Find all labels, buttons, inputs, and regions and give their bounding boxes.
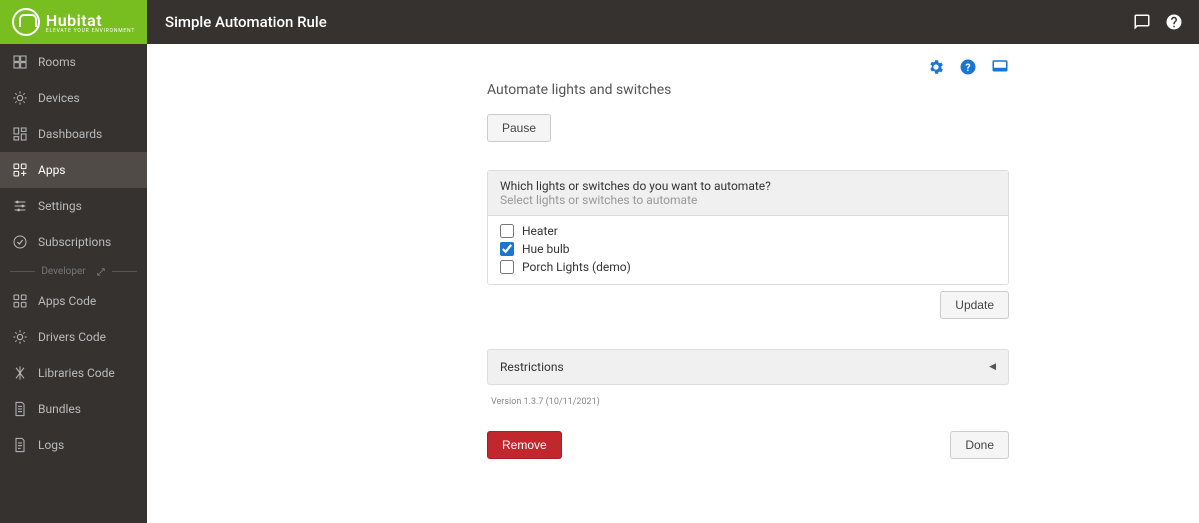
device-label: Hue bulb <box>522 242 570 256</box>
sidebar-item-settings[interactable]: Settings <box>0 188 147 224</box>
drivers-code-icon <box>12 329 28 345</box>
panel-header[interactable]: Which lights or switches do you want to … <box>488 171 1008 216</box>
sidebar-item-apps-code[interactable]: Apps Code <box>0 283 147 319</box>
device-label: Heater <box>522 224 558 238</box>
device-checkbox[interactable] <box>500 242 514 256</box>
sidebar-item-label: Devices <box>38 91 80 105</box>
device-checkbox[interactable] <box>500 260 514 274</box>
dashboards-icon <box>12 126 28 142</box>
sidebar-item-label: Settings <box>38 199 82 213</box>
device-select-panel: Which lights or switches do you want to … <box>487 170 1009 285</box>
app-header: Hubitat ELEVATE YOUR ENVIRONMENT Simple … <box>0 0 1199 44</box>
apps-code-icon <box>12 293 28 309</box>
main-content: ? Automate lights and switches Pause Whi… <box>147 44 1199 523</box>
sidebar-item-bundles[interactable]: Bundles <box>0 391 147 427</box>
sidebar-item-label: Bundles <box>38 402 81 416</box>
sidebar: Rooms Devices Dashboards Apps Settings S… <box>0 44 147 523</box>
settings-icon <box>12 198 28 214</box>
sidebar-item-devices[interactable]: Devices <box>0 80 147 116</box>
brand-logo[interactable]: Hubitat ELEVATE YOUR ENVIRONMENT <box>0 0 147 44</box>
device-option[interactable]: Hue bulb <box>500 240 996 258</box>
developer-divider: Developer <box>0 260 147 283</box>
sidebar-item-dashboards[interactable]: Dashboards <box>0 116 147 152</box>
page-title: Simple Automation Rule <box>147 13 1133 31</box>
done-button[interactable]: Done <box>950 431 1009 459</box>
panel-body: Heater Hue bulb Porch Lights (demo) <box>488 216 1008 284</box>
gear-icon[interactable] <box>927 58 945 76</box>
sidebar-item-label: Logs <box>38 438 64 452</box>
footer-actions: Remove Done <box>487 431 1009 459</box>
sidebar-item-label: Libraries Code <box>38 366 115 380</box>
device-label: Porch Lights (demo) <box>522 260 631 274</box>
sidebar-item-subscriptions[interactable]: Subscriptions <box>0 224 147 260</box>
restrictions-section[interactable]: Restrictions ◀ <box>487 349 1009 385</box>
pause-button[interactable]: Pause <box>487 114 551 142</box>
update-button[interactable]: Update <box>940 291 1009 319</box>
sidebar-item-logs[interactable]: Logs <box>0 427 147 463</box>
help-icon[interactable] <box>1165 13 1183 31</box>
sidebar-item-drivers-code[interactable]: Drivers Code <box>0 319 147 355</box>
libraries-code-icon <box>12 365 28 381</box>
sidebar-item-label: Dashboards <box>38 127 102 141</box>
sidebar-item-rooms[interactable]: Rooms <box>0 44 147 80</box>
panel-question: Which lights or switches do you want to … <box>500 179 996 193</box>
brand-logo-mark-icon <box>12 8 40 36</box>
help-icon[interactable]: ? <box>959 58 977 76</box>
sidebar-item-label: Apps <box>38 163 66 177</box>
apps-icon <box>12 162 28 178</box>
brand-tag: ELEVATE YOUR ENVIRONMENT <box>46 28 135 34</box>
device-option[interactable]: Porch Lights (demo) <box>500 258 996 276</box>
device-option[interactable]: Heater <box>500 222 996 240</box>
sidebar-item-label: Rooms <box>38 55 76 69</box>
sidebar-item-label: Subscriptions <box>38 235 111 249</box>
collapse-arrow-icon: ◀ <box>989 362 996 372</box>
display-icon[interactable] <box>991 58 1009 76</box>
sidebar-item-libraries-code[interactable]: Libraries Code <box>0 355 147 391</box>
restrictions-label: Restrictions <box>500 360 564 374</box>
sidebar-item-label: Drivers Code <box>38 330 106 344</box>
logs-icon <box>12 437 28 453</box>
remove-button[interactable]: Remove <box>487 431 562 459</box>
devices-icon <box>12 90 28 106</box>
bundles-icon <box>12 401 28 417</box>
version-text: Version 1.3.7 (10/11/2021) <box>487 397 1009 407</box>
subscriptions-icon <box>12 234 28 250</box>
panel-hint: Select lights or switches to automate <box>500 193 996 207</box>
sidebar-item-label: Apps Code <box>38 294 96 308</box>
chat-icon[interactable] <box>1133 13 1151 31</box>
app-toolbar: ? <box>487 58 1009 76</box>
collapse-icon[interactable] <box>96 267 106 277</box>
svg-text:?: ? <box>965 61 970 74</box>
sidebar-item-apps[interactable]: Apps <box>0 152 147 188</box>
device-checkbox[interactable] <box>500 224 514 238</box>
page-subtitle: Automate lights and switches <box>487 82 1009 98</box>
rooms-icon <box>12 54 28 70</box>
